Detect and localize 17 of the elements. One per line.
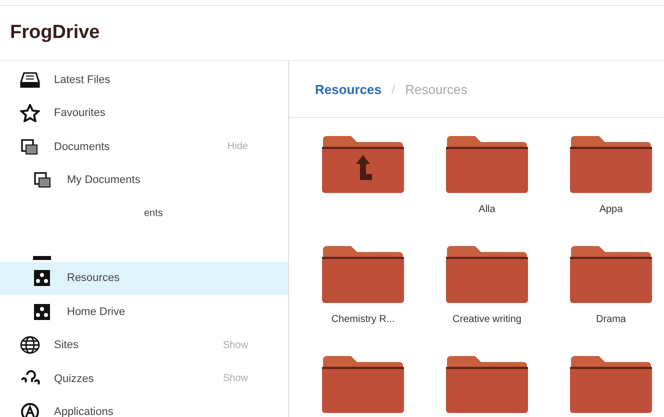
- sidebar-item[interactable]: Favourites: [0, 96, 288, 130]
- sidebar-item[interactable]: ents: [144, 208, 163, 220]
- folder-name: Appa: [599, 204, 623, 215]
- sidebar-item[interactable]: Home Drive: [0, 295, 288, 328]
- folder-name: Alla: [478, 204, 496, 215]
- sidebar-item[interactable]: Latest Files: [0, 63, 288, 96]
- folder-name: Drama: [596, 314, 626, 325]
- sidebar-item[interactable]: Sites Show: [0, 328, 288, 362]
- breadcrumb-link[interactable]: Resources: [315, 82, 382, 96]
- sidebar-item[interactable]: Resources: [0, 262, 288, 295]
- folder-name: Creative writing: [452, 314, 522, 325]
- sidebar-item[interactable]: Documents Hide: [0, 130, 288, 164]
- sidebar-item[interactable]: Quizzes Show: [0, 362, 288, 396]
- sidebar-item[interactable]: My Documents: [0, 164, 288, 197]
- breadcrumb-separator: /: [391, 82, 396, 96]
- folder-name: Chemistry R...: [331, 314, 395, 325]
- app-title: FrogDrive: [10, 22, 100, 44]
